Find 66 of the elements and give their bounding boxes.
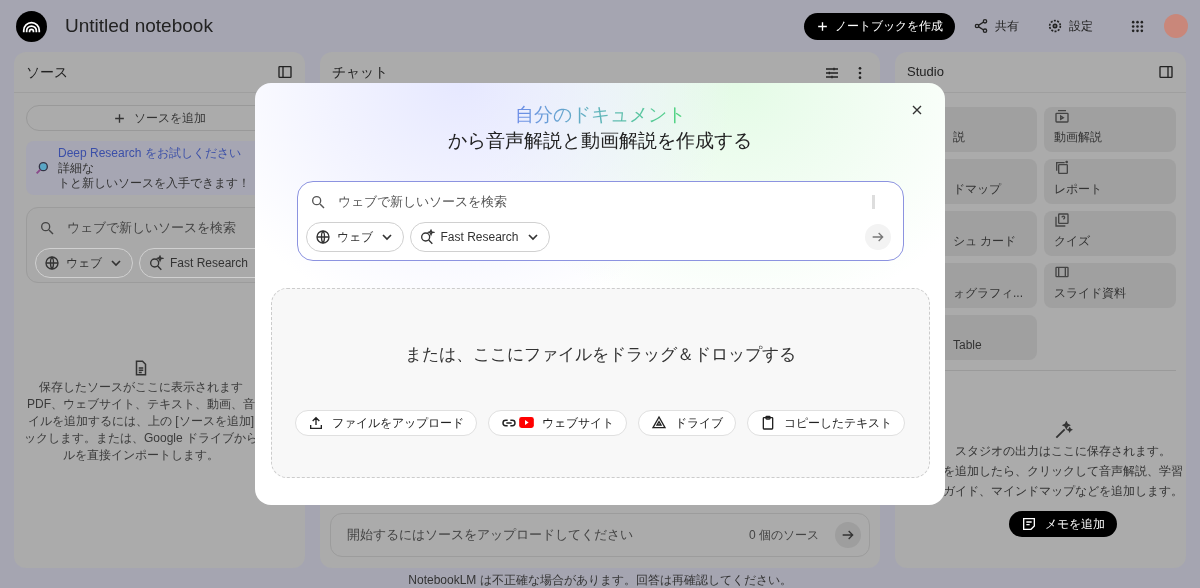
- note-icon: [1020, 516, 1037, 532]
- empty-state-text: 保存したソースがここに表示されます: [39, 379, 243, 396]
- notebook-title[interactable]: Untitled notebook: [65, 11, 213, 41]
- settings-button[interactable]: 設定: [1037, 12, 1103, 40]
- video-icon: [1054, 108, 1070, 124]
- search-placeholder: ウェブで新しいソースを検索: [337, 193, 507, 212]
- settings-icon: [1047, 18, 1063, 34]
- promo-text: 詳細な: [58, 160, 95, 176]
- share-icon: [973, 18, 989, 34]
- chat-input[interactable]: 開始するにはソースをアップロードしてください 0 個のソース: [330, 513, 870, 557]
- promo-text: トと新しいソースを入手できます！: [58, 175, 250, 191]
- add-note-button[interactable]: メモを追加: [1008, 511, 1117, 537]
- triangle-icon: [651, 414, 667, 431]
- submit-button[interactable]: [864, 224, 891, 250]
- source-type-dropdown[interactable]: ウェブ: [35, 248, 133, 278]
- plus-icon: [816, 19, 829, 33]
- share-button[interactable]: 共有: [963, 12, 1029, 40]
- plus-icon: [113, 111, 126, 125]
- chat-placeholder: 開始するにはソースをアップロードしてください: [347, 526, 633, 545]
- logo-icon: [16, 10, 47, 42]
- sparkle-search-icon: [148, 255, 164, 271]
- empty-state-text: イルを追加するには、上の [ソースを追加]: [28, 413, 254, 430]
- empty-state-text: ルを直接インポートします。: [63, 447, 219, 464]
- drop-zone-text: または、ここにファイルをドラッグ＆ドロップする: [404, 344, 796, 366]
- send-button[interactable]: [835, 522, 861, 548]
- globe-icon: [44, 255, 60, 271]
- link-video-icon: [501, 414, 534, 431]
- create-notebook-button[interactable]: ノートブックを作成: [804, 12, 955, 40]
- source-option-button[interactable]: コピーしたテキスト: [747, 409, 905, 436]
- apps-grid-icon[interactable]: [1131, 19, 1144, 33]
- studio-tile[interactable]: 動画解説: [1044, 107, 1176, 152]
- collapse-panel-icon[interactable]: [277, 64, 293, 80]
- magnifier-icon: [34, 160, 50, 176]
- source-option-button[interactable]: ウェブサイト: [488, 409, 627, 436]
- panel-title: チャット: [332, 63, 388, 82]
- studio-tile[interactable]: クイズ: [1044, 211, 1176, 256]
- collapse-panel-icon[interactable]: [1158, 64, 1174, 80]
- source-count: 0 個のソース: [749, 527, 819, 544]
- panel-title: ソース: [26, 62, 68, 82]
- empty-state-text: PDF、ウェブサイト、テキスト、動画、音: [27, 396, 255, 413]
- drop-zone[interactable]: または、ここにファイルをドラッグ＆ドロップする ファイルをアップロード ウェブサイト ドライブ コピーしたテキスト: [270, 288, 930, 478]
- quiz-icon: [1054, 212, 1070, 228]
- disclaimer-text: NotebookLM は不正確な場合があります。回答は再確認してください。: [408, 572, 792, 588]
- deep-research-link[interactable]: Deep Research をお試しください: [58, 145, 250, 161]
- empty-state-text: ガイド、マインドマップなどを追加します。: [942, 483, 1183, 500]
- empty-state-text: を追加したら、クリックして音声解説、学習: [942, 463, 1183, 480]
- dialog-title: から音声解説と動画解説を作成する: [448, 129, 752, 153]
- source-type-dropdown[interactable]: ウェブ: [305, 222, 404, 252]
- source-type-dropdown[interactable]: Fast Research: [409, 222, 550, 252]
- slides-icon: [1054, 264, 1070, 280]
- search-placeholder: ウェブで新しいソースを検索: [67, 219, 236, 238]
- empty-state-text: スタジオの出力はここに保存されます。: [954, 443, 1171, 460]
- upload-icon: [308, 414, 324, 431]
- panel-title: Studio: [907, 63, 944, 82]
- search-icon: [309, 194, 326, 210]
- studio-tile[interactable]: スライド資料: [1044, 263, 1176, 308]
- source-option-button[interactable]: ファイルをアップロード: [295, 409, 477, 436]
- report-icon: [1054, 160, 1070, 176]
- clipboard-icon: [760, 414, 776, 431]
- text-cursor: [871, 195, 875, 209]
- globe-icon: [314, 229, 331, 245]
- studio-tile[interactable]: レポート: [1044, 159, 1176, 204]
- search-icon: [39, 220, 55, 236]
- source-option-button[interactable]: ドライブ: [638, 409, 736, 436]
- sparkle-search-icon: [418, 229, 435, 245]
- web-search-box[interactable]: ウェブで新しいソースを検索 ウェブ Fast Research: [296, 181, 904, 261]
